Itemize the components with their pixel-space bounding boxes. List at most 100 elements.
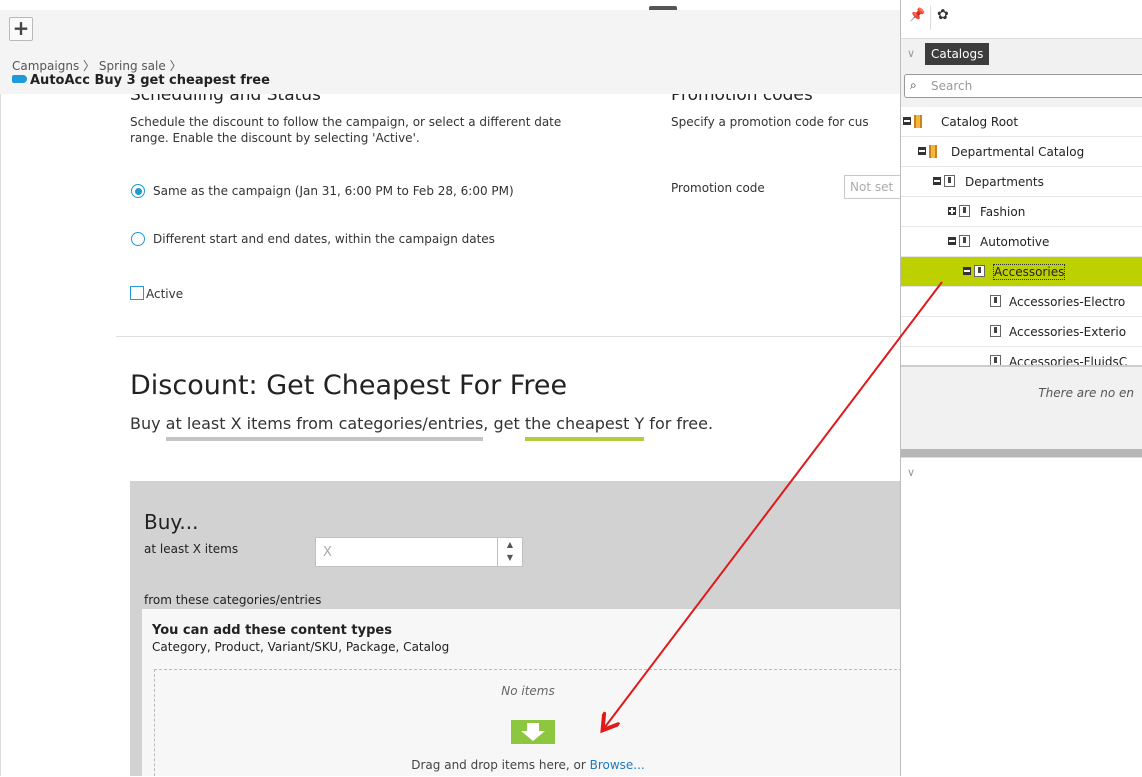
panel-splitter[interactable] xyxy=(901,449,1142,457)
panel-tab-row: ∨ Catalogs xyxy=(901,38,1142,69)
main-content: Scheduling and Status Schedule the disco… xyxy=(0,94,900,776)
content-types-list: Category, Product, Variant/SKU, Package,… xyxy=(152,640,450,654)
tree-node-accessories-electro[interactable]: Accessories-Electro xyxy=(901,287,1142,317)
breadcrumb-separator-icon: 〉 xyxy=(169,59,182,73)
drop-arrow-icon xyxy=(511,720,555,744)
content-types-title: You can add these content types xyxy=(152,623,392,638)
tree-label: Catalog Root xyxy=(941,115,1019,129)
page-title-text: AutoAcc Buy 3 get cheapest free xyxy=(30,73,270,88)
section-divider xyxy=(116,336,900,337)
panel-toolbar: 📌 ✿ xyxy=(901,0,1142,38)
left-border xyxy=(0,94,1,776)
promo-desc: Specify a promotion code for cus xyxy=(671,115,869,129)
same-as-campaign-radio[interactable] xyxy=(131,184,145,198)
tree-label: Departmental Catalog xyxy=(951,145,1085,159)
drag-drop-text: Drag and drop items here, or xyxy=(411,758,590,772)
content-types-box: You can add these content types Category… xyxy=(142,609,900,776)
tree-label: Accessories-FluidsC xyxy=(1009,355,1128,365)
no-items-text: No items xyxy=(501,684,555,698)
category-icon xyxy=(959,205,970,217)
scheduling-desc-2: range. Enable the discount by selecting … xyxy=(130,131,420,145)
collapse-icon[interactable] xyxy=(933,177,941,185)
catalog-icon xyxy=(914,115,922,128)
promo-heading: Promotion codes xyxy=(671,94,813,105)
pin-icon[interactable]: 📌 xyxy=(909,8,925,23)
lead-buy: Buy xyxy=(130,414,166,433)
tree-label: Fashion xyxy=(980,205,1026,219)
lead-get: , get xyxy=(483,414,525,433)
promo-code-input[interactable]: Not set xyxy=(844,175,900,199)
page-title: AutoAcc Buy 3 get cheapest free xyxy=(12,73,270,88)
x-placeholder: X xyxy=(323,545,332,560)
buy-section: Buy... at least X items X ▲ ▼ from these … xyxy=(130,481,900,776)
tree-node-automotive[interactable]: Automotive xyxy=(901,227,1142,257)
browse-link[interactable]: Browse... xyxy=(590,758,645,772)
toolbar-divider xyxy=(930,6,931,30)
add-button[interactable]: + xyxy=(9,17,33,41)
tree-divider xyxy=(901,365,1142,367)
category-icon xyxy=(974,265,985,277)
collapse-chevron-icon[interactable]: ∨ xyxy=(907,47,915,60)
tree-label: Accessories xyxy=(992,264,1066,280)
breadcrumb-separator-icon: 〉 xyxy=(83,59,96,73)
tree-label: Accessories-Exterio xyxy=(1009,325,1127,339)
at-least-label: at least X items xyxy=(144,542,239,556)
same-as-campaign-label: Same as the campaign (Jan 31, 6:00 PM to… xyxy=(153,184,514,198)
category-icon xyxy=(990,295,1001,307)
different-dates-radio[interactable] xyxy=(131,232,145,246)
search-icon: ⌕ xyxy=(910,78,917,92)
tree-node-departments[interactable]: Departments xyxy=(901,167,1142,197)
drop-zone[interactable]: No items Drag and drop items here, or Br… xyxy=(154,669,900,776)
settings-gear-icon[interactable]: ✿ xyxy=(937,7,949,23)
breadcrumb-spring-sale[interactable]: Spring sale xyxy=(99,59,166,73)
expand-icon[interactable] xyxy=(948,207,956,215)
breadcrumb: Campaigns 〉 Spring sale 〉 xyxy=(12,57,182,74)
catalog-panel: 📌 ✿ ∨ Catalogs ⌕ Search Catalog Root Dep… xyxy=(900,0,1142,777)
at-least-x-input[interactable]: X ▲ ▼ xyxy=(315,537,523,567)
tree-label: Departments xyxy=(965,175,1044,189)
promotion-tag-icon xyxy=(12,75,27,83)
promo-code-placeholder: Not set xyxy=(850,180,894,194)
discount-heading: Discount: Get Cheapest For Free xyxy=(130,370,568,401)
tree-node-fashion[interactable]: Fashion xyxy=(901,197,1142,227)
tab-catalogs[interactable]: Catalogs xyxy=(925,43,990,65)
tree-node-accessories[interactable]: Accessories xyxy=(901,257,1142,287)
active-label: Active xyxy=(146,287,184,301)
buy-heading: Buy... xyxy=(144,510,199,534)
catalog-tree: Catalog Root Departmental Catalog Depart… xyxy=(901,107,1142,365)
category-icon xyxy=(990,355,1001,365)
active-checkbox[interactable] xyxy=(130,286,144,300)
promo-code-label: Promotion code xyxy=(671,181,765,195)
lower-collapse-chevron-icon[interactable]: ∨ xyxy=(907,466,915,479)
collapse-icon[interactable] xyxy=(903,117,911,125)
no-entries-text: There are no en xyxy=(1038,386,1134,400)
tree-label: Automotive xyxy=(980,235,1050,249)
collapse-icon[interactable] xyxy=(918,147,926,155)
category-icon xyxy=(959,235,970,247)
scheduling-desc-1: Schedule the discount to follow the camp… xyxy=(130,115,562,129)
tree-node-catalog-root[interactable]: Catalog Root xyxy=(901,107,1142,137)
collapse-icon[interactable] xyxy=(963,267,971,275)
tree-node-accessories-fluids[interactable]: Accessories-FluidsC xyxy=(901,347,1142,365)
lower-panel: ∨ xyxy=(901,457,1142,777)
tree-node-accessories-exterio[interactable]: Accessories-Exterio xyxy=(901,317,1142,347)
search-placeholder: Search xyxy=(931,79,973,93)
drag-drop-hint: Drag and drop items here, or Browse... xyxy=(155,758,900,772)
from-categories-label: from these categories/entries xyxy=(144,593,322,607)
tree-label: Accessories-Electro xyxy=(1009,295,1126,309)
lead-reward[interactable]: the cheapest Y xyxy=(524,414,645,441)
category-icon xyxy=(990,325,1001,337)
discount-lead: Buy at least X items from categories/ent… xyxy=(130,414,714,441)
category-icon xyxy=(944,175,955,187)
catalog-icon xyxy=(929,145,937,158)
page-header: + Campaigns 〉 Spring sale 〉 AutoAcc Buy … xyxy=(0,10,900,94)
lead-free: for free. xyxy=(644,414,714,433)
lead-buy-condition[interactable]: at least X items from categories/entries xyxy=(165,414,484,441)
different-dates-label: Different start and end dates, within th… xyxy=(153,232,495,246)
breadcrumb-campaigns[interactable]: Campaigns xyxy=(12,59,79,73)
spinner-arrows-icon[interactable]: ▲ ▼ xyxy=(497,538,522,566)
tree-node-departmental-catalog[interactable]: Departmental Catalog xyxy=(901,137,1142,167)
scheduling-heading: Scheduling and Status xyxy=(130,94,321,105)
catalog-search-input[interactable]: ⌕ Search xyxy=(904,74,1142,98)
collapse-icon[interactable] xyxy=(948,237,956,245)
